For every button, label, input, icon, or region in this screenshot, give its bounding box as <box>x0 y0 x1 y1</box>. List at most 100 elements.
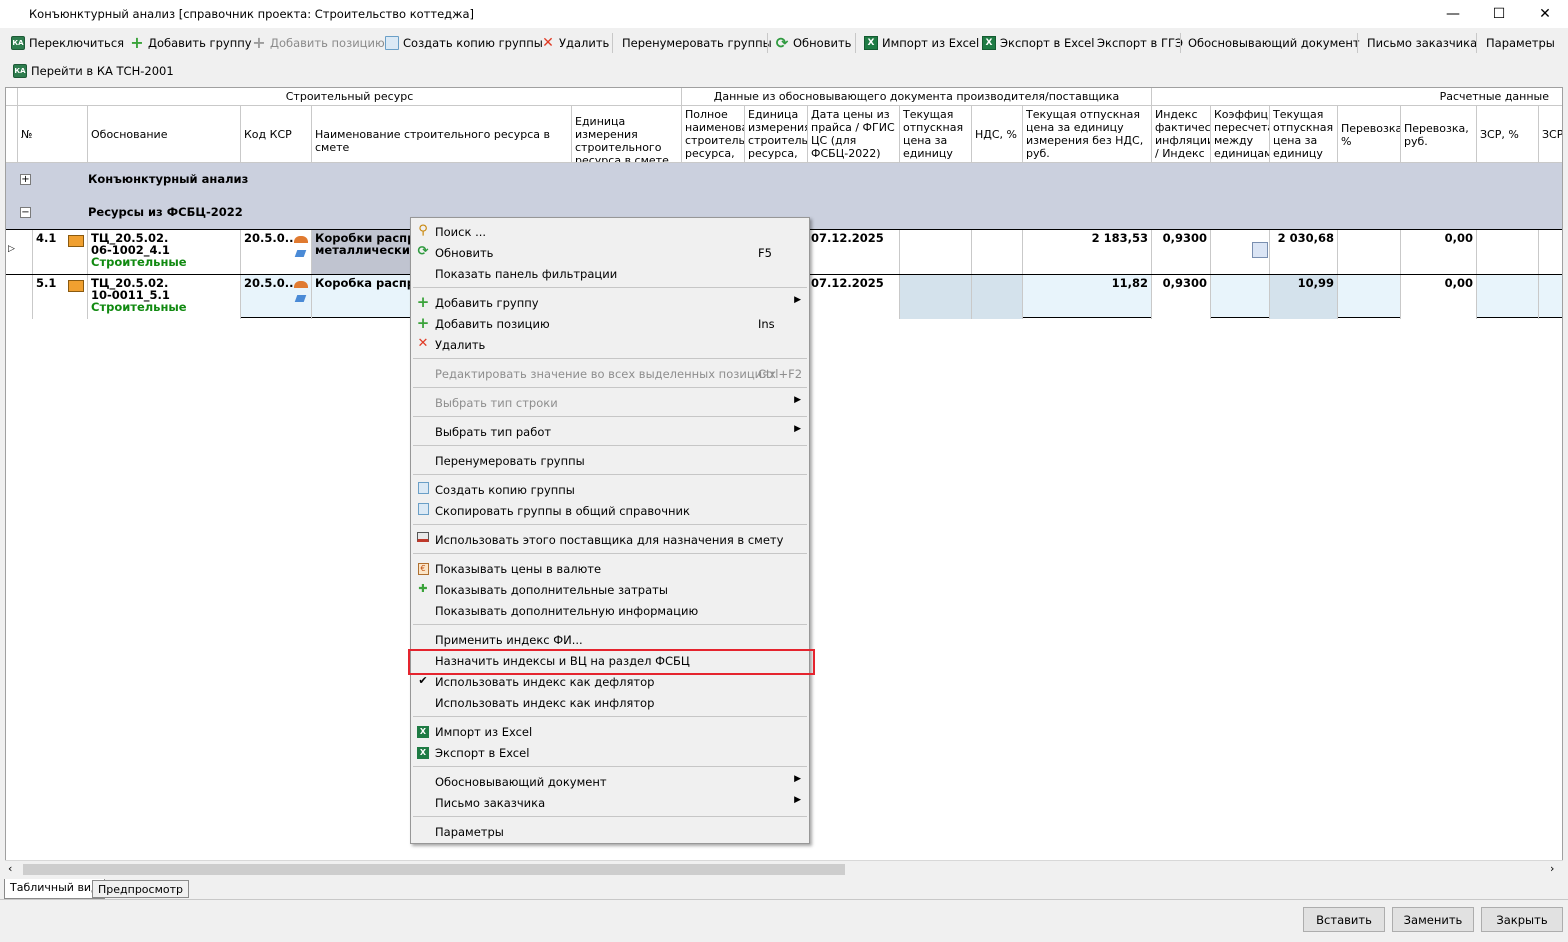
col-coef-header[interactable]: Коэффициент пересчета между единицами <box>1211 106 1270 163</box>
justify-doc-button[interactable]: Обосновывающий документ <box>1188 32 1360 54</box>
menu-item-search[interactable]: ⚲ Поиск ... <box>413 221 807 242</box>
menu-item-add-group[interactable]: + Добавить группу ▶ <box>413 292 807 313</box>
replace-button[interactable]: Заменить <box>1392 907 1474 932</box>
menu-item-add-position[interactable]: + Добавить позицию Ins <box>413 313 807 334</box>
group-label[interactable]: Конъюнктурный анализ <box>88 172 248 186</box>
cell-price-no-nds[interactable]: 2 183,53 <box>1023 230 1152 274</box>
cell-price-no-nds[interactable]: 11,82 <box>1023 275 1152 319</box>
add-group-button[interactable]: + Добавить группу <box>130 32 251 54</box>
col-date-header[interactable]: Дата цены из прайса / ФГИС ЦС (для ФСБЦ-… <box>808 106 900 163</box>
menu-item-customer-letter[interactable]: Письмо заказчика ▶ <box>413 792 807 813</box>
scroll-right-icon[interactable]: › <box>1550 862 1554 875</box>
refresh-button[interactable]: ⟳ Обновить <box>775 32 852 54</box>
col-basis-header[interactable]: Обоснование <box>88 106 241 163</box>
col-nds-header[interactable]: НДС, % <box>972 106 1023 163</box>
menu-item-renumber[interactable]: Перенумеровать группы <box>413 450 807 471</box>
col-infl-header[interactable]: Индекс фактической инфляции / Индекс <box>1152 106 1211 163</box>
menu-item-apply-index[interactable]: Применить индекс ФИ... <box>413 629 807 650</box>
delete-button[interactable]: ✕ Удалить <box>541 32 609 54</box>
col-name-header[interactable]: Наименование строительного ресурса в сме… <box>312 106 572 163</box>
col-num-header[interactable]: № <box>18 106 88 163</box>
col-fullname-header[interactable]: Полное наименование строительного ресурс… <box>682 106 745 163</box>
col-unit2-header[interactable]: Единица измерения строительного ресурса, <box>745 106 808 163</box>
cell-transport-pct[interactable] <box>1338 275 1401 319</box>
params-button[interactable]: Параметры <box>1486 32 1555 54</box>
horizontal-scrollbar[interactable]: ‹ › <box>5 860 1563 877</box>
switch-button[interactable]: КА Переключиться <box>11 32 124 54</box>
checked-doc-icon <box>68 280 84 292</box>
col-zsr-pct-header[interactable]: ЗСР, % <box>1477 106 1539 163</box>
cell-cur-price2[interactable]: 10,99 <box>1270 275 1338 319</box>
title-bar: Конъюнктурный анализ [справочник проекта… <box>0 0 1568 28</box>
cell-infl[interactable]: 0,9300 <box>1152 275 1211 319</box>
renumber-button[interactable]: Перенумеровать группы <box>622 32 772 54</box>
cell-coef[interactable] <box>1211 275 1270 319</box>
col-cur-price2-header[interactable]: Текущая отпускная цена за единицу <box>1270 106 1338 163</box>
menu-item-edit-all[interactable]: Редактировать значение во всех выделенны… <box>413 363 807 384</box>
menu-item-work-type[interactable]: Выбрать тип работ ▶ <box>413 421 807 442</box>
col-ksr-header[interactable]: Код КСР <box>241 106 312 163</box>
copy-group-button[interactable]: Создать копию группы <box>385 32 543 54</box>
goto-ka-button[interactable]: КА Перейти в КА ТСН-2001 <box>13 60 174 82</box>
group-label[interactable]: Ресурсы из ФСБЦ-2022 <box>88 205 243 219</box>
insert-button[interactable]: Вставить <box>1303 907 1385 932</box>
cell-basis[interactable]: ТЦ_20.5.02. 06-1002_4.1 Строительные <box>88 230 241 274</box>
col-price-no-nds-header[interactable]: Текущая отпускная цена за единицу измере… <box>1023 106 1152 163</box>
menu-item-refresh[interactable]: ⟳ Обновить F5 <box>413 242 807 263</box>
cell-date[interactable]: 07.12.2025 <box>808 275 900 319</box>
menu-item-show-currency[interactable]: € Показывать цены в валюте <box>413 558 807 579</box>
menu-item-justify-doc[interactable]: Обосновывающий документ ▶ <box>413 771 807 792</box>
menu-item-import-excel[interactable]: X Импорт из Excel <box>413 721 807 742</box>
maximize-button[interactable]: ☐ <box>1476 0 1522 28</box>
col-zsr-header[interactable]: ЗСР <box>1539 106 1562 163</box>
cell-transport-pct[interactable] <box>1338 230 1401 274</box>
cell-cur-price[interactable] <box>900 275 972 319</box>
cell-nds[interactable] <box>972 275 1023 319</box>
cell-cur-price2[interactable]: 2 030,68 <box>1270 230 1338 274</box>
collapse-toggle[interactable]: − <box>20 207 31 218</box>
menu-item-delete[interactable]: ✕ Удалить <box>413 334 807 355</box>
menu-item-copy-to-common[interactable]: Скопировать группы в общий справочник <box>413 500 807 521</box>
col-unit-header[interactable]: Единица измерения строительного ресурса … <box>572 106 682 163</box>
cell-name[interactable]: Коробки распре металлические, <box>312 230 412 274</box>
scroll-left-icon[interactable]: ‹ <box>8 862 12 875</box>
export-excel-button[interactable]: X Экспорт в Excel <box>982 32 1094 54</box>
menu-item-export-excel[interactable]: X Экспорт в Excel <box>413 742 807 763</box>
menu-item-row-type[interactable]: Выбрать тип строки ▶ <box>413 392 807 413</box>
cell-zsr-pct[interactable] <box>1477 230 1539 274</box>
customer-letter-button[interactable]: Письмо заказчика <box>1367 32 1477 54</box>
cell-date[interactable]: 07.12.2025 <box>808 230 900 274</box>
cell-coef[interactable] <box>1211 230 1270 274</box>
close-window-button[interactable]: ✕ <box>1522 0 1568 28</box>
col-cur-price-header[interactable]: Текущая отпускная цена за единицу <box>900 106 972 163</box>
menu-item-show-extra-costs[interactable]: ✚ Показывать дополнительные затраты <box>413 579 807 600</box>
extra-costs-icon: ✚ <box>418 582 428 595</box>
menu-item-show-filter[interactable]: Показать панель фильтрации <box>413 263 807 284</box>
cell-infl[interactable]: 0,9300 <box>1152 230 1211 274</box>
cell-transport-rub[interactable]: 0,00 <box>1401 230 1477 274</box>
menu-item-copy-group[interactable]: Создать копию группы <box>413 479 807 500</box>
import-excel-button[interactable]: X Импорт из Excel <box>864 32 979 54</box>
expand-toggle[interactable]: + <box>20 174 31 185</box>
cell-basis[interactable]: ТЦ_20.5.02. 10-0011_5.1 Строительные <box>88 275 241 319</box>
menu-item-show-extra-info[interactable]: Показывать дополнительную информацию <box>413 600 807 621</box>
minimize-button[interactable]: — <box>1430 0 1476 28</box>
cell-zsr-pct[interactable] <box>1477 275 1539 319</box>
menu-item-use-inflator[interactable]: Использовать индекс как инфлятор <box>413 692 807 713</box>
col-transport-pct-header[interactable]: Перевозка, % <box>1338 106 1401 163</box>
calculator-icon[interactable] <box>1252 242 1268 258</box>
menu-item-use-supplier[interactable]: Использовать этого поставщика для назнач… <box>413 529 807 550</box>
close-button[interactable]: Закрыть <box>1481 907 1563 932</box>
col-transport-rub-header[interactable]: Перевозка, руб. <box>1401 106 1477 163</box>
tab-preview[interactable]: Предпросмотр <box>92 880 189 898</box>
add-position-button[interactable]: + Добавить позицию <box>252 32 384 54</box>
cell-transport-rub[interactable]: 0,00 <box>1401 275 1477 319</box>
cell-name[interactable]: Коробка распре <box>312 275 412 319</box>
submenu-arrow-icon: ▶ <box>794 295 801 305</box>
scrollbar-thumb[interactable] <box>23 864 845 875</box>
menu-item-params[interactable]: Параметры <box>413 821 807 842</box>
tab-table-view[interactable]: Табличный вид <box>4 879 105 899</box>
cell-cur-price[interactable] <box>900 230 972 274</box>
export-gge-button[interactable]: Экспорт в ГГЭ <box>1097 32 1183 54</box>
cell-nds[interactable] <box>972 230 1023 274</box>
